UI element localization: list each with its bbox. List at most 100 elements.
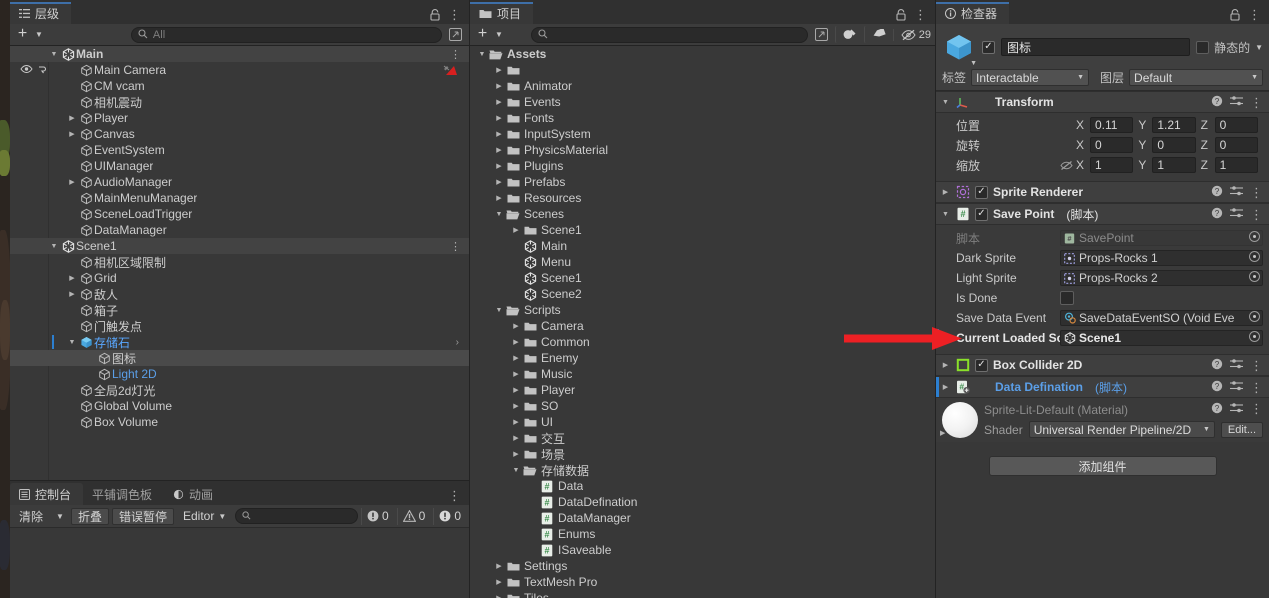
- save-point-property-row[interactable]: Dark Sprite Props-Rocks 1: [942, 249, 1263, 267]
- sprite-renderer-enabled-checkbox[interactable]: ✓: [975, 185, 988, 199]
- panel-menu-icon[interactable]: ⋮: [914, 8, 927, 21]
- expand-triangle-icon[interactable]: ▶: [510, 402, 522, 410]
- collapse-triangle-icon[interactable]: ▼: [493, 307, 505, 314]
- hierarchy-row[interactable]: 门触发点: [10, 318, 469, 334]
- row-menu-icon[interactable]: ⋮: [450, 240, 465, 253]
- project-row[interactable]: ▶ Common: [470, 334, 935, 350]
- edit-shader-button[interactable]: Edit...: [1220, 421, 1263, 438]
- object-reference-field[interactable]: SaveDataEventSO (Void Eve: [1060, 310, 1263, 326]
- expand-triangle-icon[interactable]: ▶: [510, 370, 522, 378]
- expand-triangle-icon[interactable]: ▶: [940, 383, 951, 391]
- project-row[interactable]: ▶ Tiles: [470, 590, 935, 598]
- hierarchy-row[interactable]: Box Volume: [10, 414, 469, 430]
- hidden-packages-badge[interactable]: 29: [892, 28, 931, 41]
- static-dropdown-caret-icon[interactable]: ▼: [1255, 43, 1263, 52]
- help-icon[interactable]: ?: [1211, 185, 1223, 200]
- static-checkbox[interactable]: [1196, 40, 1210, 54]
- create-gameobject-button[interactable]: +: [14, 25, 31, 43]
- expand-triangle-icon[interactable]: ▶: [940, 361, 951, 369]
- lock-icon[interactable]: [1230, 8, 1240, 21]
- object-picker-icon[interactable]: [1249, 331, 1260, 345]
- console-search-input[interactable]: [235, 508, 358, 524]
- hierarchy-row[interactable]: 全局2d灯光: [10, 382, 469, 398]
- panel-menu-icon[interactable]: ⋮: [448, 8, 461, 21]
- save-point-property-row[interactable]: Current Loaded Sce Scene1: [936, 329, 1263, 347]
- object-reference-field[interactable]: Props-Rocks 2: [1060, 270, 1263, 286]
- hierarchy-row[interactable]: ▶ AudioManager: [10, 174, 469, 190]
- transform-x-input[interactable]: 0: [1090, 137, 1134, 153]
- expand-triangle-icon[interactable]: ▶: [493, 114, 505, 122]
- search-expand-button[interactable]: [446, 26, 465, 43]
- component-menu-icon[interactable]: ⋮: [1250, 96, 1263, 109]
- help-icon[interactable]: ?: [1211, 380, 1223, 395]
- transform-row[interactable]: 旋转 X 0 Y 0 Z 0: [942, 136, 1263, 154]
- collapse-triangle-icon[interactable]: ▼: [476, 51, 488, 58]
- project-row[interactable]: ▶ Animator: [470, 78, 935, 94]
- expand-triangle-icon[interactable]: ▶: [940, 429, 945, 437]
- expand-triangle-icon[interactable]: ▶: [66, 114, 78, 122]
- expand-triangle-icon[interactable]: ▶: [66, 274, 78, 282]
- expand-triangle-icon[interactable]: ▶: [493, 146, 505, 154]
- project-row[interactable]: ▶ Enemy: [470, 350, 935, 366]
- preset-icon[interactable]: [1230, 402, 1243, 417]
- material-preview-block[interactable]: Sprite-Lit-Default (Material) ? ⋮ Shader…: [936, 398, 1269, 442]
- collapse-triangle-icon[interactable]: ▼: [48, 243, 60, 250]
- hierarchy-search-input[interactable]: All: [130, 26, 442, 43]
- lock-icon[interactable]: [896, 8, 906, 21]
- expand-triangle-icon[interactable]: ▶: [510, 226, 522, 234]
- transform-row[interactable]: 位置 X 0.11 Y 1.21 Z 0: [942, 116, 1263, 134]
- visibility-toggle[interactable]: [20, 64, 48, 74]
- uniform-scale-lock-icon[interactable]: [1060, 160, 1076, 171]
- project-row[interactable]: ▶ Music: [470, 366, 935, 382]
- expand-triangle-icon[interactable]: ▶: [493, 194, 505, 202]
- collapse-triangle-icon[interactable]: ▼: [510, 467, 522, 474]
- clear-button[interactable]: 清除: [13, 508, 49, 525]
- hierarchy-row[interactable]: UIManager: [10, 158, 469, 174]
- hierarchy-tree[interactable]: ▼ Main ⋮ Main Camera CM vcam 相机震动 ▶ Player ▶ Canv…: [10, 46, 469, 480]
- project-row[interactable]: Scene2: [470, 286, 935, 302]
- preset-icon[interactable]: [1230, 358, 1243, 373]
- project-row[interactable]: ▶ InputSystem: [470, 126, 935, 142]
- component-menu-icon[interactable]: ⋮: [1250, 359, 1263, 372]
- object-picker-icon[interactable]: [1249, 271, 1260, 285]
- preset-icon[interactable]: [1230, 95, 1243, 110]
- hierarchy-row[interactable]: SceneLoadTrigger: [10, 206, 469, 222]
- transform-x-input[interactable]: 0.11: [1090, 117, 1134, 133]
- project-row[interactable]: ▶ Fonts: [470, 110, 935, 126]
- project-row[interactable]: ▼ Assets: [470, 46, 935, 62]
- hierarchy-row[interactable]: DataManager: [10, 222, 469, 238]
- component-menu-icon[interactable]: ⋮: [1250, 208, 1263, 221]
- project-row[interactable]: ▶ TextMesh Pro: [470, 574, 935, 590]
- help-icon[interactable]: ?: [1211, 358, 1223, 373]
- panel-menu-icon[interactable]: ⋮: [448, 489, 461, 502]
- tab-console[interactable]: 控制台: [10, 483, 84, 505]
- gameobject-enabled-checkbox[interactable]: ✓: [982, 40, 995, 54]
- transform-z-input[interactable]: 1: [1214, 157, 1258, 173]
- project-row[interactable]: # DataDefination: [470, 494, 935, 510]
- save-point-property-row[interactable]: Is Done: [942, 289, 1263, 307]
- create-dropdown-caret-icon[interactable]: ▼: [495, 30, 503, 39]
- expand-triangle-icon[interactable]: ▶: [510, 338, 522, 346]
- component-menu-icon[interactable]: ⋮: [1250, 381, 1263, 394]
- error-count-badge[interactable]: 0: [433, 507, 466, 525]
- collapse-button[interactable]: 折叠: [70, 507, 109, 525]
- log-count-badge[interactable]: 0: [360, 507, 394, 525]
- collapse-triangle-icon[interactable]: ▼: [940, 211, 951, 218]
- component-menu-icon[interactable]: ⋮: [1250, 402, 1263, 417]
- project-row[interactable]: ▶ Events: [470, 94, 935, 110]
- hierarchy-row[interactable]: Global Volume: [10, 398, 469, 414]
- panel-menu-icon[interactable]: ⋮: [1248, 8, 1261, 21]
- object-reference-field[interactable]: Props-Rocks 1: [1060, 250, 1263, 266]
- tab-tile-palette[interactable]: 平铺调色板: [83, 483, 164, 505]
- transform-x-input[interactable]: 1: [1090, 157, 1134, 173]
- transform-y-input[interactable]: 0: [1152, 137, 1196, 153]
- preset-icon[interactable]: [1230, 380, 1243, 395]
- expand-triangle-icon[interactable]: ▶: [510, 434, 522, 442]
- expand-triangle-icon[interactable]: ▶: [66, 290, 78, 298]
- preset-icon[interactable]: [1230, 185, 1243, 200]
- project-row[interactable]: ▶ Plugins: [470, 158, 935, 174]
- box-collider-enabled-checkbox[interactable]: ✓: [975, 358, 988, 372]
- hierarchy-row[interactable]: 相机区域限制: [10, 254, 469, 270]
- tab-project[interactable]: 项目: [470, 2, 534, 24]
- gameobject-name-input[interactable]: 图标: [1001, 38, 1191, 56]
